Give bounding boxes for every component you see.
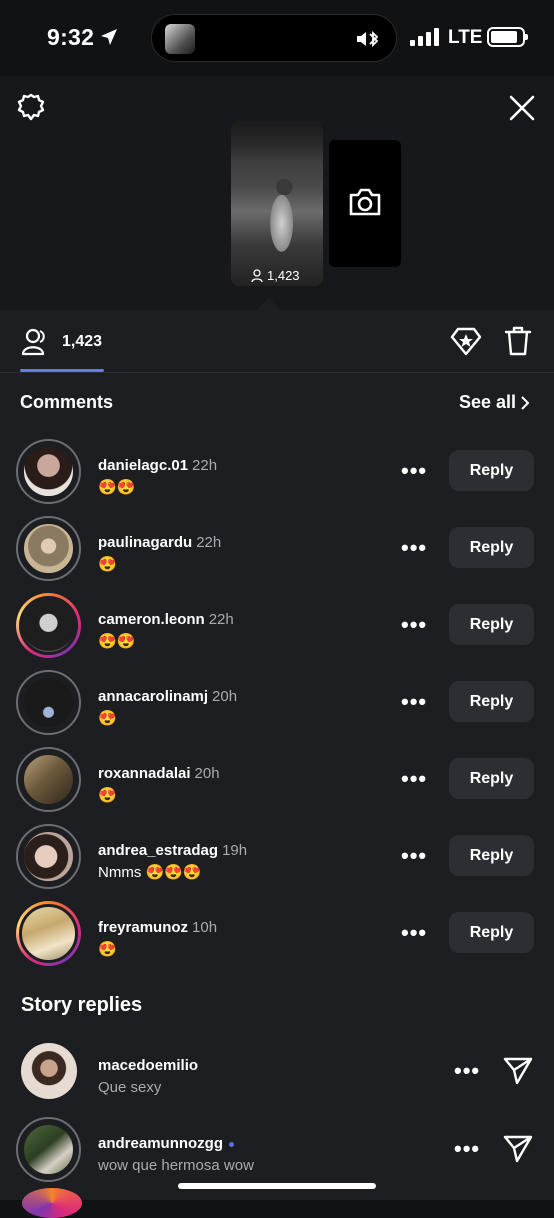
comment-username[interactable]: danielagc.01 22h (98, 457, 217, 474)
bluetooth-mute-icon (357, 30, 379, 48)
avatar (22, 830, 75, 883)
status-time: 9:32 (47, 24, 95, 50)
now-playing-thumbnail (165, 24, 195, 54)
avatar-ring[interactable] (16, 516, 81, 581)
avatar-ring[interactable] (16, 670, 81, 735)
more-dots-icon[interactable]: ••• (401, 614, 427, 636)
avatar-ring[interactable] (16, 1039, 81, 1104)
more-dots-icon[interactable]: ••• (401, 922, 427, 944)
avatar (19, 596, 78, 655)
status-bar: 9:32 LTE (0, 0, 554, 76)
tab-viewers[interactable]: 1,423 (20, 327, 102, 357)
comment-username[interactable]: freyramunoz 10h (98, 919, 217, 936)
viewers-icon (251, 268, 263, 282)
comment-row: cameron.leonn 22h 😍😍 ••• Reply (0, 591, 554, 668)
story-viewers-badge: 1,423 (251, 268, 300, 283)
comment-row: roxannadalai 20h 😍 ••• Reply (0, 745, 554, 822)
avatar (22, 1123, 75, 1176)
story-thumbnail[interactable]: 1,423 (231, 121, 323, 286)
reply-text: Que sexy (98, 1079, 162, 1096)
reply-username[interactable]: macedoemilio (98, 1057, 198, 1074)
reply-button[interactable]: Reply (449, 681, 534, 722)
story-viewer-count: 1,423 (267, 268, 300, 283)
avatar-ring[interactable] (16, 824, 81, 889)
insights-tab-bar: 1,423 (0, 310, 554, 373)
dynamic-island[interactable] (151, 14, 397, 62)
comments-and-replies-list: Comments See all danielagc.01 22h 😍😍 ••• … (0, 373, 554, 1200)
see-all-label: See all (458, 392, 516, 412)
comment-text: 😍😍 (98, 633, 136, 650)
more-dots-icon[interactable]: ••• (401, 460, 427, 482)
reply-text: wow que hermosa wow (98, 1157, 254, 1174)
active-tab-indicator (20, 369, 104, 372)
avatar (21, 1043, 77, 1099)
close-icon[interactable] (508, 94, 536, 122)
add-story-button[interactable] (329, 140, 401, 267)
reply-button[interactable]: Reply (449, 604, 534, 645)
comment-row: freyramunoz 10h 😍 ••• Reply (0, 899, 554, 976)
more-dots-icon[interactable]: ••• (401, 768, 427, 790)
settings-icon[interactable] (16, 92, 46, 122)
viewers-count: 1,423 (62, 333, 103, 350)
avatar (22, 1188, 82, 1218)
comment-text: Nmms 😍😍😍 (98, 864, 202, 881)
comment-text: 😍😍 (98, 479, 136, 496)
avatar (22, 522, 75, 575)
home-indicator[interactable] (178, 1183, 376, 1189)
reply-button[interactable]: Reply (449, 758, 534, 799)
reply-button[interactable]: Reply (449, 527, 534, 568)
more-dots-icon[interactable]: ••• (401, 537, 427, 559)
comment-row: paulinagardu 22h 😍 ••• Reply (0, 514, 554, 591)
selected-story-pointer (257, 298, 281, 310)
avatar (22, 753, 75, 806)
comment-text: 😍 (98, 710, 117, 727)
story-reply-row: macedoemilio Que sexy ••• (0, 1037, 554, 1114)
send-icon[interactable] (502, 1054, 534, 1086)
comment-row: andrea_estradag 19h Nmms 😍😍😍 ••• Reply (0, 822, 554, 899)
see-all-link[interactable]: See all (459, 392, 530, 413)
story-reply-row: andreamunnozgg wow que hermosa wow ••• (0, 1115, 554, 1192)
story-preview-panel: 1,423 (0, 76, 554, 310)
camera-icon (349, 188, 381, 216)
comments-heading: Comments (20, 392, 114, 412)
comment-username[interactable]: cameron.leonn 22h (98, 611, 234, 628)
story-replies-heading: Story replies (21, 994, 143, 1016)
comment-text: 😍 (98, 787, 117, 804)
battery-icon (487, 27, 528, 47)
avatar-ring[interactable] (16, 593, 81, 658)
comment-row: danielagc.01 22h 😍😍 ••• Reply (0, 437, 554, 514)
location-arrow-icon (101, 29, 117, 45)
avatar (22, 445, 75, 498)
more-dots-icon[interactable]: ••• (401, 691, 427, 713)
comment-username[interactable]: roxannadalai 20h (98, 765, 220, 782)
comment-username[interactable]: andrea_estradag 19h (98, 842, 247, 859)
cellular-signal-icon (410, 28, 439, 46)
comment-text: 😍 (98, 941, 117, 958)
unread-dot (229, 1141, 235, 1147)
chevron-right-icon (521, 395, 530, 410)
more-dots-icon[interactable]: ••• (401, 845, 427, 867)
reply-button[interactable]: Reply (449, 450, 534, 491)
highlight-diamond-icon[interactable] (449, 324, 483, 358)
comment-row: annacarolinamj 20h 😍 ••• Reply (0, 668, 554, 745)
avatar-ring[interactable] (16, 747, 81, 812)
avatar-ring[interactable] (16, 901, 81, 966)
avatar-ring[interactable] (16, 439, 81, 504)
comment-text: 😍 (98, 556, 117, 573)
viewers-icon (21, 328, 45, 356)
send-icon[interactable] (502, 1132, 534, 1164)
reply-button[interactable]: Reply (449, 912, 534, 953)
more-dots-icon[interactable]: ••• (454, 1060, 480, 1082)
more-dots-icon[interactable]: ••• (454, 1138, 480, 1160)
comment-username[interactable]: annacarolinamj 20h (98, 688, 237, 705)
avatar (22, 676, 75, 729)
avatar-ring[interactable] (16, 1117, 81, 1182)
comment-username[interactable]: paulinagardu 22h (98, 534, 221, 551)
reply-button[interactable]: Reply (449, 835, 534, 876)
trash-icon[interactable] (503, 325, 533, 357)
reply-username[interactable]: andreamunnozgg (98, 1135, 235, 1152)
network-type: LTE (448, 27, 483, 48)
avatar (19, 904, 78, 963)
